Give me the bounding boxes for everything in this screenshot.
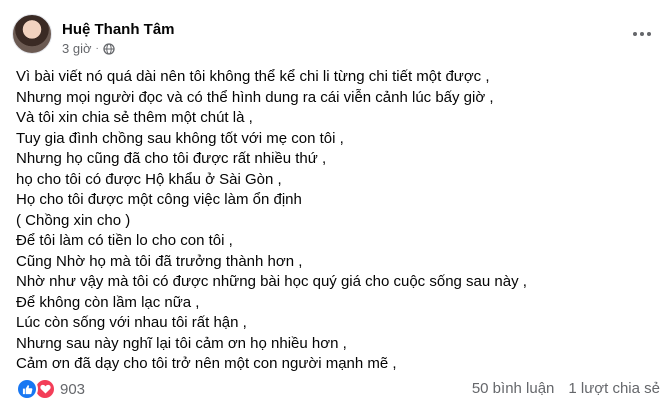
post-header: Huệ Thanh Tâm 3 giờ · [12, 14, 656, 58]
globe-icon[interactable] [103, 42, 115, 55]
post-time[interactable]: 3 giờ [62, 41, 92, 56]
post-text-line: Tuy gia đình chồng sau không tốt với mẹ … [16, 129, 344, 147]
engagement-stats: 50 bình luận 1 lượt chia sẻ [472, 380, 660, 397]
post-card: Huệ Thanh Tâm 3 giờ · Vì bài viết nó quá… [0, 0, 668, 416]
author-name[interactable]: Huệ Thanh Tâm [62, 21, 175, 38]
post-text-line: ( Chồng xin cho ) [16, 211, 131, 229]
post-text-line: Cảm ơn đã dạy cho tôi trở nên một con ng… [16, 355, 397, 372]
shares-count-link[interactable]: 1 lượt chia sẻ [568, 380, 660, 397]
more-options-icon[interactable] [630, 24, 654, 44]
reactions-summary[interactable]: 903 [16, 378, 85, 400]
post-text-line: Và tôi xin chia sẻ thêm một chút là , [16, 109, 253, 126]
like-icon [16, 378, 38, 400]
post-text: Vì bài viết nó quá dài nên tôi không thể… [16, 67, 656, 375]
post-text-line: Cũng Nhờ họ mà tôi đã trưởng thành hơn , [16, 252, 303, 270]
post-text-line: Nhưng họ cũng đã cho tôi được rất nhiều … [16, 150, 327, 167]
post-text-line: Nhưng mọi người đọc và có thể hình dung … [16, 88, 494, 106]
meta-separator: · [95, 43, 99, 54]
post-text-line: Để không còn lầm lạc nữa , [16, 293, 200, 311]
reaction-count: 903 [60, 380, 86, 398]
post-text-line: Họ cho tôi được một công việc làm ổn địn… [16, 191, 302, 208]
comments-count-link[interactable]: 50 bình luận [472, 380, 555, 397]
post-text-line: Nhưng sau này nghĩ lại tôi cảm ơn họ nhi… [16, 334, 347, 352]
post-text-line: Để tôi làm có tiền lo cho con tôi , [16, 232, 233, 249]
post-text-line: Vì bài viết nó quá dài nên tôi không thể… [16, 68, 490, 85]
post-footer: 903 50 bình luận 1 lượt chia sẻ [16, 376, 660, 400]
post-meta: 3 giờ · [62, 41, 115, 56]
post-text-line: Lúc còn sống với nhau tôi rất hận , [16, 314, 247, 331]
post-text-line: họ cho tôi có được Hộ khẩu ở Sài Gòn , [16, 170, 282, 188]
post-text-line: Nhờ như vậy mà tôi có được những bài học… [16, 273, 527, 290]
author-avatar[interactable] [12, 14, 52, 54]
